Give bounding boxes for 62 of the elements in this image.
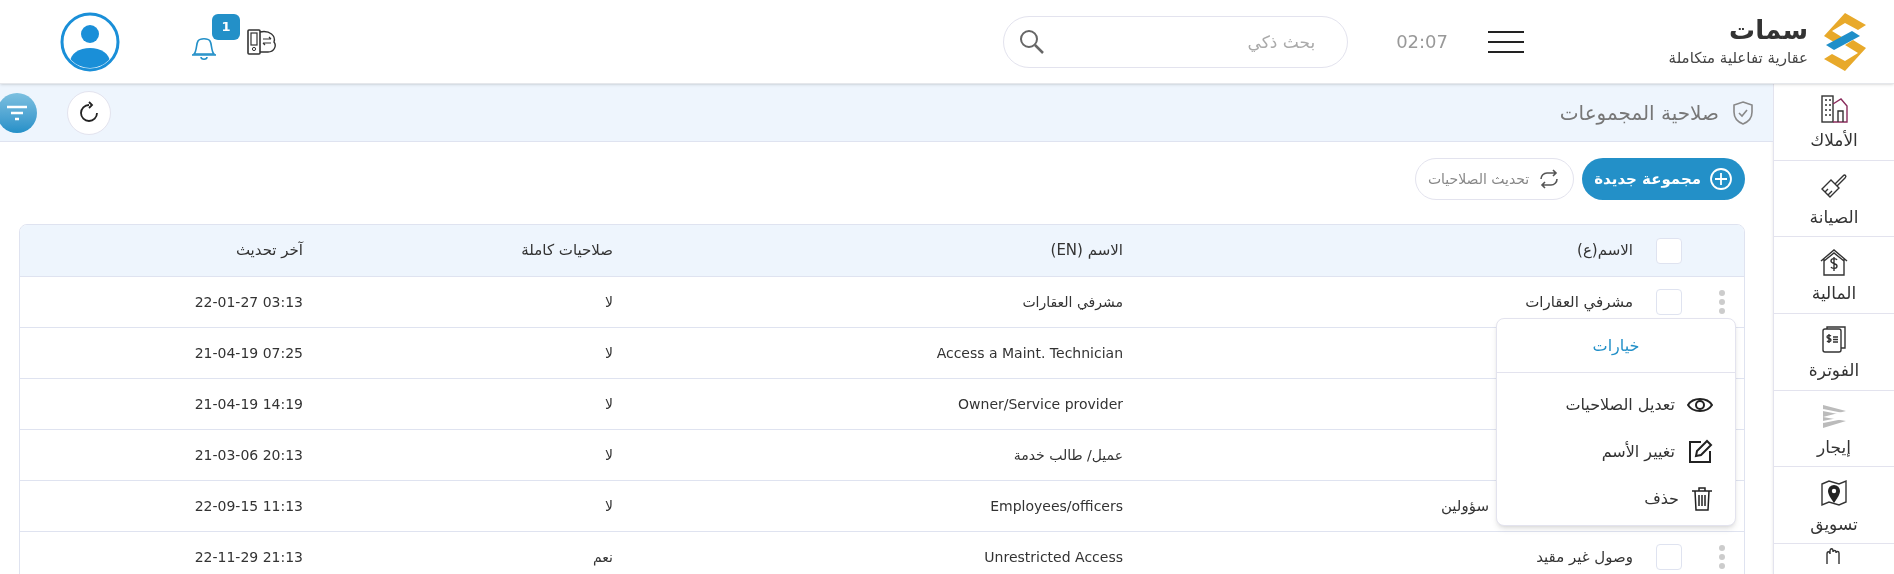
table-cell-text: 22-09-15 11:13: [194, 496, 303, 516]
table-cell-text: لا: [605, 394, 613, 414]
table-cell-text: 21-04-19 14:19: [194, 394, 303, 414]
table-cell-text: 22-01-27 03:13: [194, 292, 303, 312]
search-icon: [1019, 28, 1046, 55]
avatar-icon[interactable]: [60, 11, 120, 72]
column-header: صلاحيات كاملة: [521, 240, 613, 262]
building-icon: [1819, 94, 1849, 125]
table-cell-text: Employees/officers: [990, 496, 1123, 516]
map-pin-icon: [1819, 477, 1849, 508]
select-all-checkbox[interactable]: [1656, 237, 1682, 264]
table-cell-text: عميل/ طالب خدمة: [1013, 445, 1123, 465]
menu-item[interactable]: تعديل الصلاحيات: [1497, 381, 1735, 428]
menu-title: خيارات: [1592, 334, 1640, 357]
plus-circle-icon: [1709, 167, 1733, 191]
sidebar-item[interactable]: الفوترة: [1774, 314, 1894, 391]
sidebar-item[interactable]: تسويق: [1774, 467, 1894, 545]
row-checkbox[interactable]: [1656, 289, 1682, 315]
refresh-icon: [77, 100, 101, 125]
house-dollar-icon: [1819, 247, 1849, 278]
row-checkbox[interactable]: [1656, 544, 1682, 570]
table-cell-text: مشرفي العقارات: [1022, 292, 1123, 313]
clock-time: 02:07: [1396, 30, 1448, 54]
new-group-button[interactable]: مجموعة جديدة: [1582, 158, 1745, 200]
table-cell-text: لا: [605, 496, 613, 516]
table-cell-text: Access a Maint. Technician: [936, 343, 1123, 363]
column-header: الاسم(ع): [1577, 240, 1633, 262]
column-header: الاسم (EN): [1050, 240, 1123, 262]
table-cell-text: لا: [605, 445, 613, 465]
column-header: آخر تحديث: [235, 240, 303, 262]
refresh-button[interactable]: [67, 90, 111, 135]
brand-title: سمات: [1728, 14, 1808, 47]
table-cell-text: 22-11-29 21:13: [194, 547, 303, 567]
table-cell-text: 21-03-06 20:13: [194, 445, 303, 465]
device-sync-icon[interactable]: [246, 27, 278, 56]
filter-button[interactable]: [0, 92, 37, 133]
table-cell-text: Unrestricted Access: [984, 547, 1123, 567]
search-field[interactable]: بحث ذكي: [1003, 15, 1349, 68]
table-cell-text: وصول غير مقيد: [1536, 546, 1633, 568]
table-cell-text: لا: [605, 343, 613, 363]
sidebar-item[interactable]: المالية: [1774, 237, 1894, 315]
table-cell-text: لا: [605, 292, 613, 312]
invoice-icon: [1819, 324, 1849, 355]
sidebar-item[interactable]: الأملاك: [1774, 84, 1894, 161]
menu-item[interactable]: حذف: [1497, 475, 1735, 522]
table-cell-text: سؤولين: [1440, 495, 1489, 517]
sidebar-item[interactable]: إيجار: [1774, 390, 1894, 468]
sidebar-item[interactable]: الصيانة: [1774, 160, 1894, 238]
pencil-square-icon: [1687, 438, 1713, 465]
table-cell-text: Owner/Service provider: [958, 394, 1123, 414]
menu-item[interactable]: تغيير الأسم: [1497, 428, 1735, 475]
trash-icon: [1691, 485, 1713, 512]
update-permissions-button[interactable]: تحديث الصلاحيات: [1414, 158, 1575, 200]
filter-icon: [6, 104, 28, 121]
table-cell-text: نعم: [593, 547, 613, 568]
menu-icon[interactable]: [1488, 29, 1524, 54]
notification-badge: 1: [212, 13, 240, 40]
table-cell-text: مشرفي العقارات: [1525, 291, 1633, 314]
brand-subtitle: عقارية تفاعلية متكاملة: [1668, 47, 1808, 69]
table-cell-text: 21-04-19 07:25: [194, 343, 303, 363]
page-title: صلاحية المجموعات: [1559, 99, 1719, 127]
shield-check-icon: [1731, 99, 1755, 126]
